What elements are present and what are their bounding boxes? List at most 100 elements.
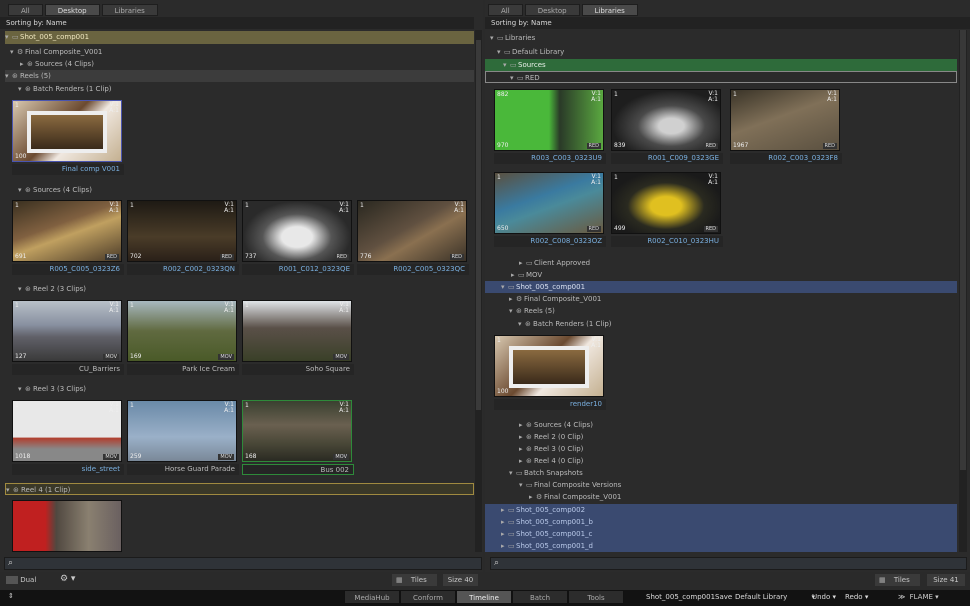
clip-thumbnail[interactable]: 1 V:1 A:1 100: [12, 100, 122, 162]
tab-desktop[interactable]: Desktop: [524, 4, 580, 16]
desktop-icon: ▭: [508, 506, 515, 514]
tab-tools[interactable]: Tools: [568, 590, 624, 604]
tree-sources[interactable]: ▸ ⊛ Sources (4 Clips): [20, 58, 94, 70]
chevron-down-icon: ▾: [10, 48, 14, 56]
tab-batch[interactable]: Batch: [512, 590, 568, 604]
clip-thumbnail[interactable]: 1 V:1 A:1 127 MOV: [12, 300, 122, 362]
clip-name: render10: [494, 399, 606, 410]
clip-thumbnail[interactable]: 1 V:1 A:1 499 RED: [611, 172, 721, 234]
scrollbar-thumb[interactable]: [960, 30, 966, 470]
tab-desktop[interactable]: Desktop: [44, 4, 100, 16]
tree-batch-renders[interactable]: ▾ ⊛ Batch Renders (1 Clip): [18, 83, 112, 95]
size-field[interactable]: Size 40: [443, 574, 478, 586]
tree-label: Final Composite_V001: [25, 48, 103, 56]
expand-icon[interactable]: ⇕: [8, 592, 14, 600]
start-frame: 1: [15, 302, 19, 309]
tree-label: Batch Renders (1 Clip): [533, 320, 612, 328]
start-frame: 1: [614, 174, 618, 181]
clip-thumbnail[interactable]: 1 V:1 A:1 737 RED: [242, 200, 352, 262]
tree-reel2[interactable]: ▸ ⊛ Reel 2 (0 Clip): [519, 431, 583, 443]
tree-reels[interactable]: ▾ ⊛ Reels (5): [509, 305, 555, 317]
dual-toggle[interactable]: Dual: [6, 575, 46, 586]
save-button[interactable]: Save: [715, 593, 732, 601]
tree-libraries[interactable]: ▾ ▭Libraries: [490, 32, 535, 44]
track-info: V:1 A:1: [224, 201, 234, 214]
end-frame: 650: [497, 225, 509, 232]
clip-thumbnail[interactable]: 1 V:1 A:1 168 MOV: [242, 400, 352, 462]
tree-batch-snapshots[interactable]: ▾ ▭Batch Snapshots: [509, 467, 583, 479]
redo-button[interactable]: Redo ▾: [845, 593, 868, 601]
tree-reel4[interactable]: ▸ ⊛ Reel 4 (0 Clip): [519, 455, 583, 467]
tiles-button[interactable]: ▦ Tiles: [392, 574, 437, 586]
tree-label: Reel 2 (0 Clip): [534, 433, 584, 441]
reel-icon: ⊛: [25, 285, 31, 293]
clip-thumbnail[interactable]: 1 V:1 A:1 776 RED: [357, 200, 467, 262]
chevron-right-icon: ▸: [519, 433, 523, 441]
clip-thumbnail[interactable]: 1 V:1 A:1 1967 RED: [730, 89, 840, 151]
tree-batch-renders[interactable]: ▾ ⊛ Batch Renders (1 Clip): [518, 318, 612, 330]
sort-bar[interactable]: Sorting by: Name: [485, 17, 970, 29]
tree-reel2[interactable]: ▾ ⊛ Reel 2 (3 Clips): [18, 283, 86, 295]
tiles-button[interactable]: ▦ Tiles: [875, 574, 920, 586]
view-icon: [6, 576, 18, 584]
chevron-down-icon: ▾: [864, 593, 869, 601]
tree-sources-clips[interactable]: ▸ ⊛ Sources (4 Clips): [519, 419, 593, 431]
clip-thumbnail[interactable]: 882 V:1 A:1 970 RED: [494, 89, 604, 151]
clip-thumbnail[interactable]: 1 V:1 A:1 691 RED: [12, 200, 122, 262]
clip-thumbnail[interactable]: 1 V:1 A:1 169 MOV: [127, 300, 237, 362]
folder-icon: ▭: [526, 259, 533, 267]
gear-icon[interactable]: ⚙ ▾: [60, 574, 75, 584]
clip-thumbnail[interactable]: 1 V:1 A:1 1018 MOV: [12, 400, 122, 462]
tab-libraries[interactable]: Libraries: [101, 4, 158, 16]
reel-icon: ⊛: [25, 385, 31, 393]
clip-thumbnail[interactable]: 1 V:1 A:1 MOV: [242, 300, 352, 362]
tree-root-shot[interactable]: ▾ ▭Shot_005_comp001: [5, 31, 474, 44]
tree-shot-c[interactable]: ▸ ▭Shot_005_comp001_c: [485, 528, 957, 540]
tree-final-composite[interactable]: ▸ ⚙ Final Composite_V001: [509, 293, 601, 305]
tree-client-approved[interactable]: ▸ ▭Client Approved: [519, 257, 590, 269]
tab-timeline[interactable]: Timeline: [456, 590, 512, 604]
reels-icon: ⊛: [516, 307, 522, 315]
clip-name: Final comp V001: [12, 164, 124, 175]
tree-shot-d[interactable]: ▸ ▭Shot_005_comp001_d: [485, 540, 957, 552]
tab-conform[interactable]: Conform: [400, 590, 456, 604]
undo-button[interactable]: Undo ▾: [812, 593, 836, 601]
clip-thumbnail[interactable]: 1 V:1 A:1 702 RED: [127, 200, 237, 262]
tab-mediahub[interactable]: MediaHub: [344, 590, 400, 604]
tree-reel3[interactable]: ▸ ⊛ Reel 3 (0 Clip): [519, 443, 583, 455]
tab-libraries[interactable]: Libraries: [581, 4, 638, 16]
size-field[interactable]: Size 41: [927, 574, 965, 586]
format-badge: RED: [219, 254, 234, 260]
tree-final-composite-versions[interactable]: ▾ ▭Final Composite Versions: [519, 479, 621, 491]
tree-composite[interactable]: ▾ ⚙ Final Composite_V001: [10, 46, 102, 58]
tree-shot[interactable]: ▾ ▭Shot_005_comp001: [485, 281, 957, 293]
track-info: V:1 A:1: [109, 401, 119, 414]
tree-shot-b[interactable]: ▸ ▭Shot_005_comp001_b: [485, 516, 957, 528]
clip-thumbnail[interactable]: 1 V:1 A:1 650 RED: [494, 172, 604, 234]
tree-reel3[interactable]: ▾ ⊛ Reel 3 (3 Clips): [18, 383, 86, 395]
search-field[interactable]: ⌕: [490, 557, 967, 570]
clip-thumbnail[interactable]: 1 V:1 A:1 100: [494, 335, 604, 397]
tree-default-library[interactable]: ▾ ▭Default Library: [497, 46, 564, 58]
tree-sources-folder[interactable]: ▾ ▭Sources: [485, 59, 957, 71]
tab-all[interactable]: All: [8, 4, 43, 16]
tree-shot-002[interactable]: ▸ ▭Shot_005_comp002: [485, 504, 957, 516]
scrollbar-thumb[interactable]: [476, 40, 481, 410]
clip-thumbnail[interactable]: 1 V:1 A:1 259 MOV: [127, 400, 237, 462]
search-field[interactable]: ⌕: [4, 557, 482, 570]
library-selector[interactable]: Default Library ▾: [735, 593, 815, 601]
tree-mov[interactable]: ▸ ▭MOV: [511, 269, 542, 281]
sort-bar[interactable]: Sorting by: Name: [0, 17, 474, 29]
tree-final-composite-v001[interactable]: ▸ ⚙ Final Composite_V001: [529, 491, 621, 503]
tree-label: Shot_005_comp001_c: [516, 530, 593, 538]
clip-thumbnail[interactable]: [12, 500, 122, 552]
tree-sources-clips[interactable]: ▾ ⊛ Sources (4 Clips): [18, 184, 92, 196]
clip-thumbnail[interactable]: 1 V:1 A:1 839 RED: [611, 89, 721, 151]
chevron-right-icon: ▸: [501, 506, 505, 514]
tree-label: Shot_005_comp001_d: [516, 542, 593, 550]
tree-reel4[interactable]: ▾ ⊛ Reel 4 (1 Clip): [5, 483, 474, 495]
tree-red-folder[interactable]: ▾ ▭RED: [485, 71, 957, 83]
app-menu[interactable]: ≫ FLAME ▾: [898, 593, 939, 601]
tab-all[interactable]: All: [488, 4, 523, 16]
tree-reels[interactable]: ▾ ⊛ Reels (5): [5, 70, 474, 82]
